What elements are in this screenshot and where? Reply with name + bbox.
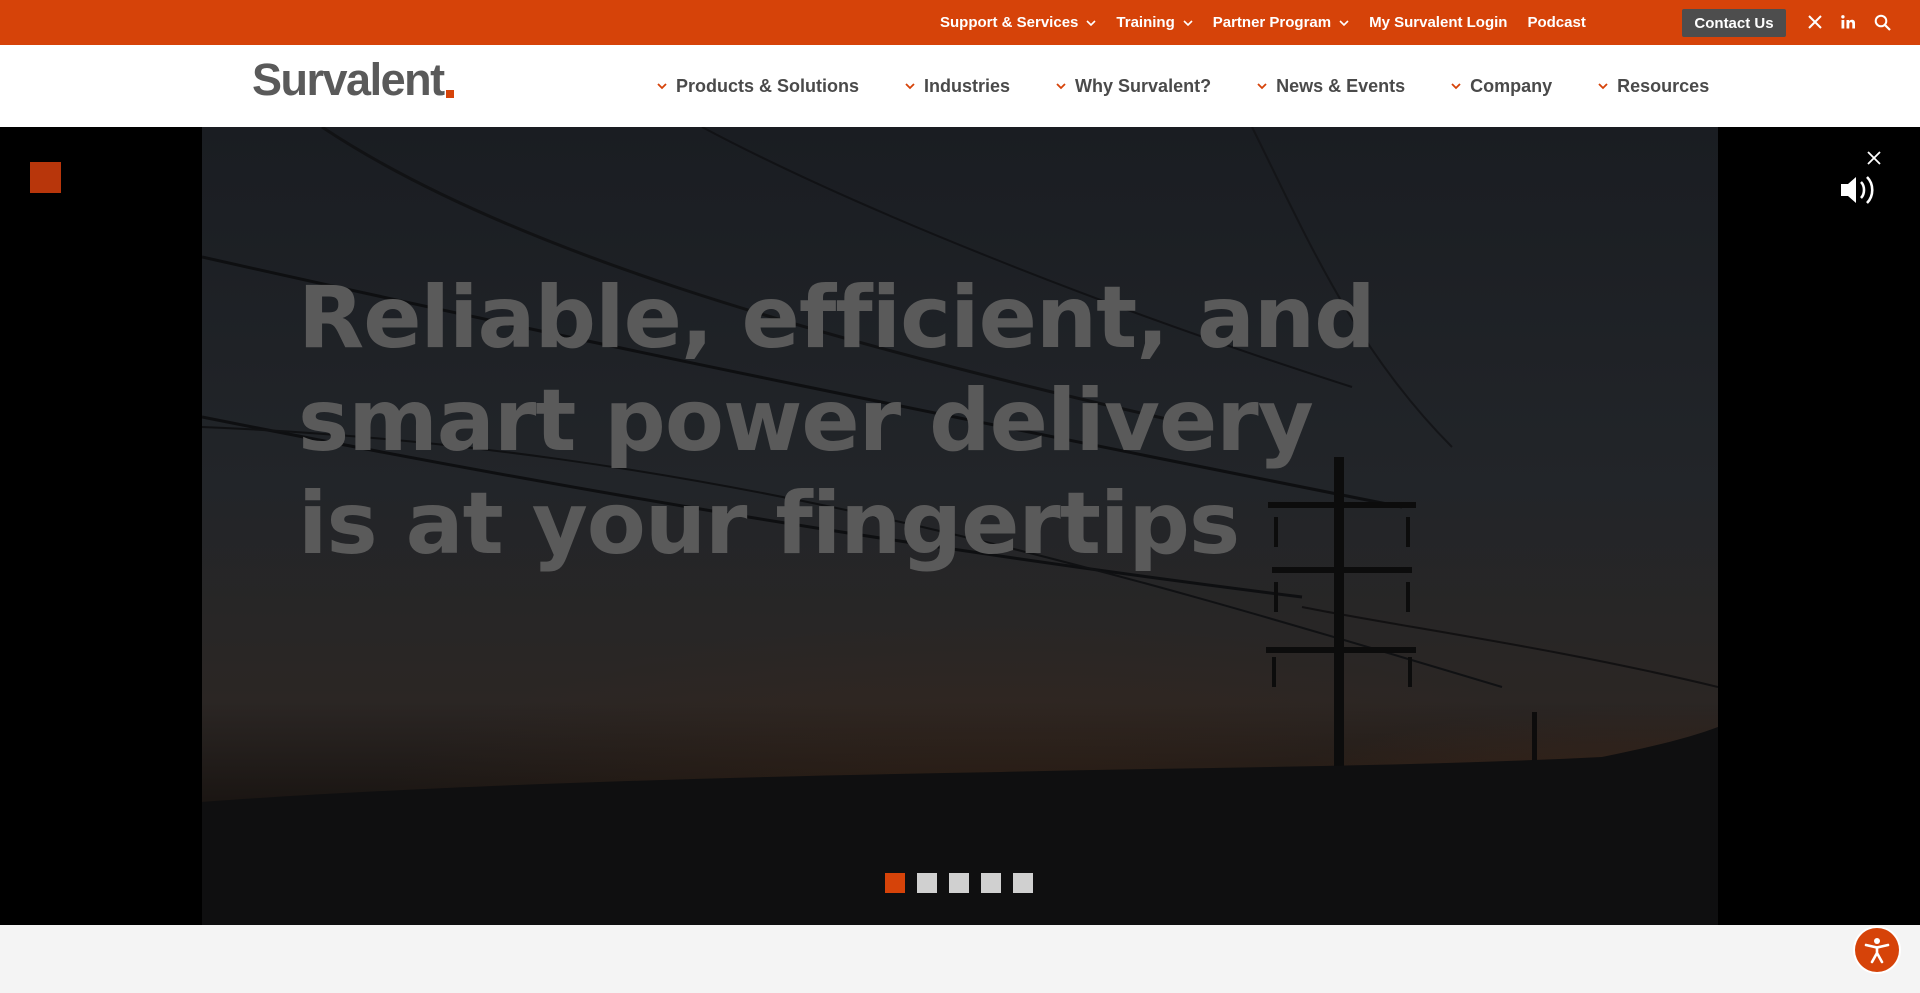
contact-us-button[interactable]: Contact Us xyxy=(1682,9,1786,37)
chevron-down-icon xyxy=(905,83,915,90)
utility-item-partner-program[interactable]: Partner Program xyxy=(1213,14,1349,31)
logo-wordmark: Survalent xyxy=(252,54,445,105)
nav-item-label: News & Events xyxy=(1276,75,1406,96)
chevron-down-icon xyxy=(1339,19,1349,26)
slide-dot-3[interactable] xyxy=(949,873,969,893)
video-pause-button[interactable] xyxy=(30,162,61,193)
nav-item-why-survalent[interactable]: Why Survalent? xyxy=(1055,76,1211,97)
utility-item-support-services[interactable]: Support & Services xyxy=(940,14,1096,31)
chevron-down-icon xyxy=(1183,19,1193,26)
nav-item-label: Why Survalent? xyxy=(1075,75,1212,96)
nav-item-label: Industries xyxy=(924,75,1011,96)
survalent-logo[interactable]: Survalent xyxy=(252,52,454,102)
utility-bar: Support & Services Training Partner Prog… xyxy=(0,0,1920,45)
accessibility-icon xyxy=(1864,938,1890,964)
nav-item-label: Products & Solutions xyxy=(676,75,860,96)
hero-video-section: Reliable, efficient, and smart power del… xyxy=(0,127,1920,925)
utility-item-label: My Survalent Login xyxy=(1369,14,1508,31)
utility-item-my-login[interactable]: My Survalent Login xyxy=(1369,14,1507,31)
slide-dot-2[interactable] xyxy=(917,873,937,893)
logo-dot xyxy=(445,90,454,98)
nav-item-industries[interactable]: Industries xyxy=(904,76,1010,97)
slide-dot-4[interactable] xyxy=(981,873,1001,893)
utility-item-podcast[interactable]: Podcast xyxy=(1527,14,1585,31)
main-nav: Products & Solutions Industries Why Surv… xyxy=(656,45,1754,127)
accessibility-widget-button[interactable] xyxy=(1855,928,1899,972)
chevron-down-icon xyxy=(657,83,667,90)
utility-item-label: Support & Services xyxy=(940,14,1079,31)
nav-item-products-solutions[interactable]: Products & Solutions xyxy=(656,76,859,97)
close-icon[interactable] xyxy=(1864,148,1884,168)
nav-item-news-events[interactable]: News & Events xyxy=(1256,76,1405,97)
hero-headline-line: is at your fingertips xyxy=(298,474,1240,574)
chevron-down-icon xyxy=(1056,83,1066,90)
nav-item-resources[interactable]: Resources xyxy=(1597,76,1709,97)
slide-dot-5[interactable] xyxy=(1013,873,1033,893)
chevron-down-icon xyxy=(1598,83,1608,90)
search-icon[interactable] xyxy=(1872,12,1892,32)
utility-item-training[interactable]: Training xyxy=(1116,14,1193,31)
utility-item-label: Podcast xyxy=(1527,14,1586,31)
slide-pagination xyxy=(885,873,1045,893)
utility-item-label: Partner Program xyxy=(1212,14,1332,31)
nav-item-label: Company xyxy=(1470,75,1553,96)
linkedin-icon[interactable] xyxy=(1838,12,1858,32)
hero-headline-line: Reliable, efficient, and xyxy=(298,268,1376,368)
utility-item-label: Training xyxy=(1116,14,1175,31)
nav-item-company[interactable]: Company xyxy=(1450,76,1552,97)
x-twitter-icon[interactable] xyxy=(1805,12,1825,32)
sound-on-icon[interactable] xyxy=(1838,172,1878,208)
nav-item-label: Resources xyxy=(1617,75,1710,96)
hero-headline-line: smart power delivery xyxy=(298,371,1314,471)
utility-nav: Support & Services Training Partner Prog… xyxy=(940,0,1606,45)
chevron-down-icon xyxy=(1086,19,1096,26)
chevron-down-icon xyxy=(1257,83,1267,90)
chevron-down-icon xyxy=(1451,83,1461,90)
hero-headline: Reliable, efficient, and smart power del… xyxy=(298,267,1398,576)
slide-dot-1[interactable] xyxy=(885,873,905,893)
